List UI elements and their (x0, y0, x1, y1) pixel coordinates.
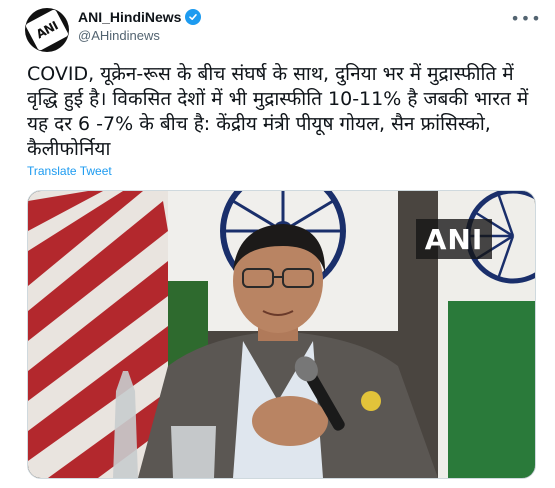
avatar-logo-text: ANI (33, 18, 61, 42)
verified-badge-icon (185, 9, 202, 25)
more-horizontal-icon: ••• (510, 8, 542, 28)
more-options-button[interactable]: ••• (510, 8, 542, 28)
tweet-media-image[interactable]: ANI (27, 190, 536, 479)
us-flag-graphic (28, 191, 168, 478)
tweet-text: COVID, यूक्रेन-रूस के बीच संघर्ष के साथ,… (27, 63, 529, 160)
ani-watermark: ANI (416, 219, 492, 259)
display-name-text[interactable]: ANI_HindiNews (78, 9, 181, 25)
tweet-card: ANI ANI_HindiNews @AHindinews ••• COVID,… (0, 0, 555, 488)
ani-logo-icon: ANI (25, 8, 69, 52)
ani-watermark-text: ANI (424, 222, 484, 256)
translate-tweet-link[interactable]: Translate Tweet (27, 164, 112, 178)
user-handle[interactable]: @AHindinews (78, 28, 160, 43)
display-name[interactable]: ANI_HindiNews (78, 9, 202, 25)
avatar[interactable]: ANI (25, 8, 69, 52)
